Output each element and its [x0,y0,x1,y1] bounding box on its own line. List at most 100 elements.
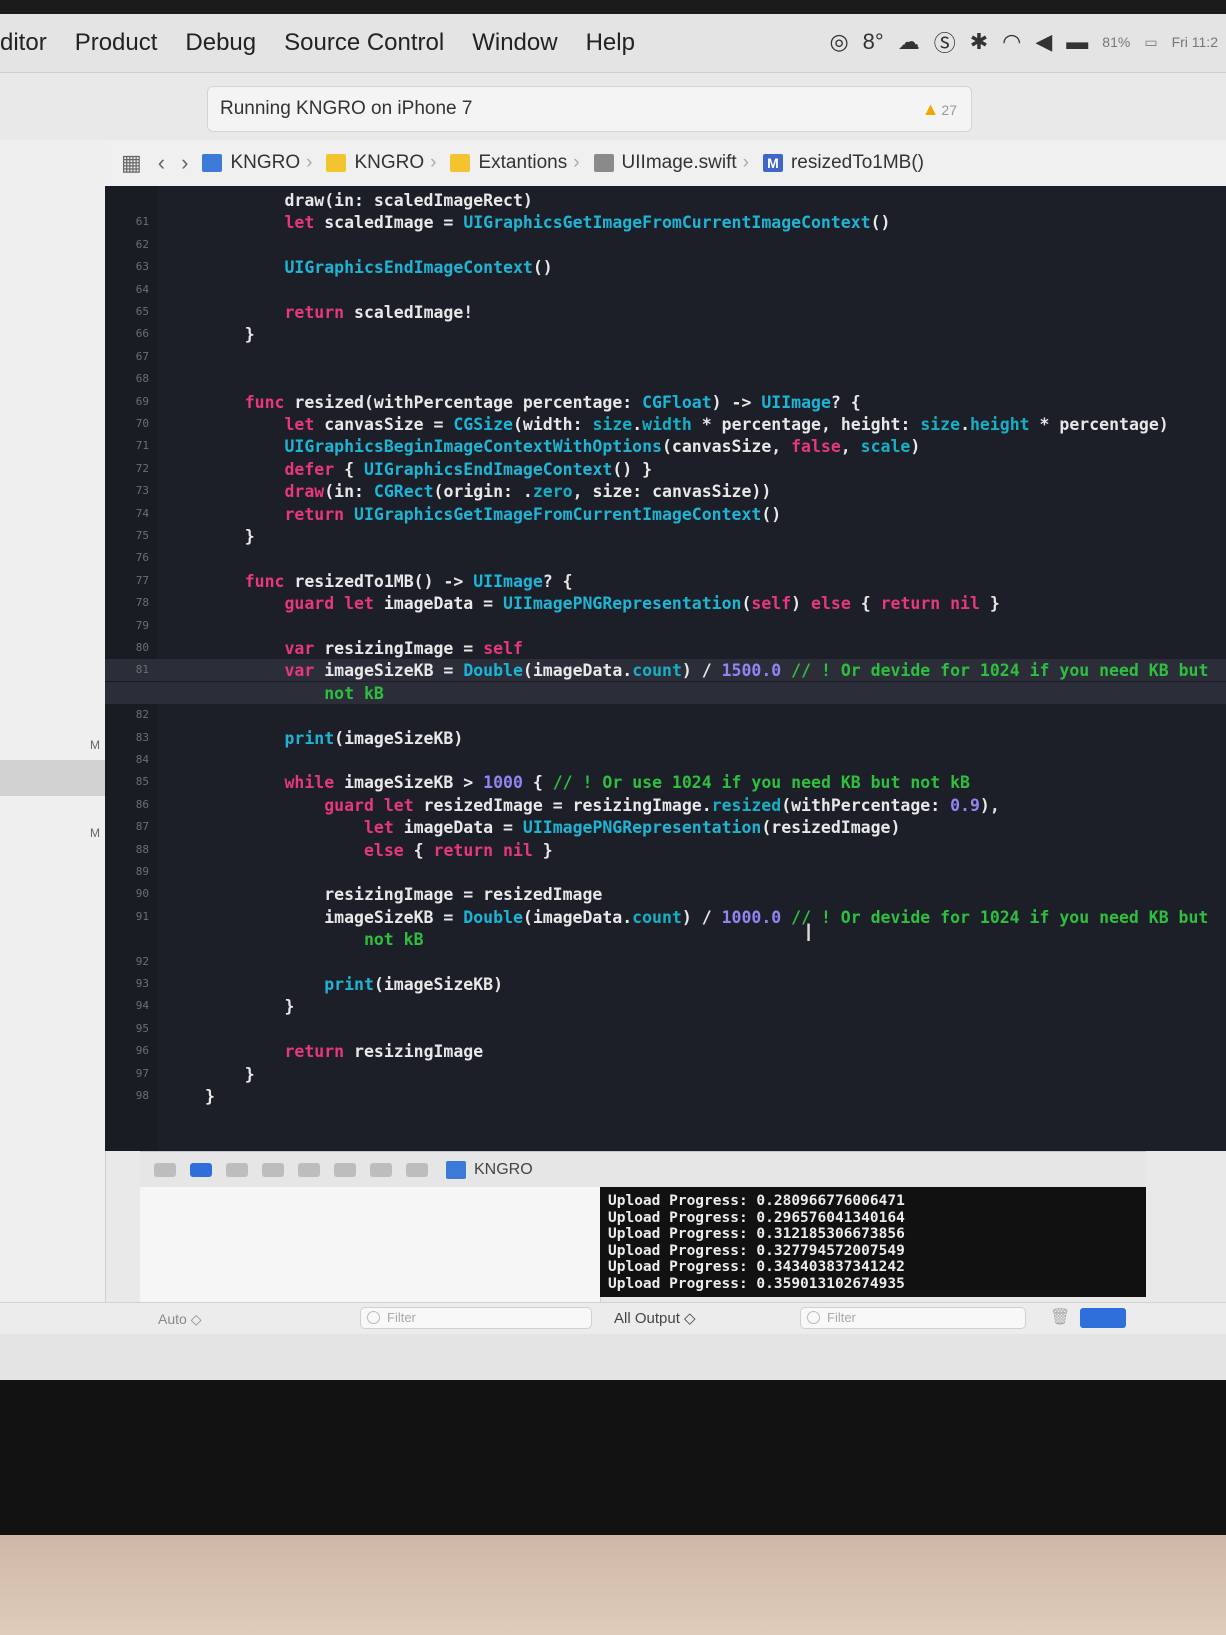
line-number[interactable]: 75 [109,529,149,542]
navigator-selected-row[interactable] [0,760,105,796]
code-line[interactable]: 91 imageSizeKB = Double(imageData.count)… [105,906,1226,928]
line-number[interactable]: 95 [109,1022,149,1035]
code-line[interactable]: 84 [105,749,1226,771]
line-number[interactable]: 93 [109,977,149,990]
line-number[interactable]: 77 [109,574,149,587]
line-number[interactable]: 92 [109,955,149,968]
step-over-icon[interactable] [262,1163,284,1177]
bluetooth-icon[interactable]: ✱ [970,29,988,55]
code-line[interactable]: 88 else { return nil } [105,839,1226,861]
code-line[interactable]: 63 UIGraphicsEndImageContext() [105,256,1226,278]
code-line[interactable]: 93 print(imageSizeKB) [105,973,1226,995]
code-line[interactable]: 65 return scaledImage! [105,301,1226,323]
menu-window[interactable]: Window [472,29,557,57]
code-line[interactable]: 82 [105,704,1226,726]
line-number[interactable]: 98 [109,1089,149,1102]
line-number[interactable]: 84 [109,753,149,766]
volume-icon[interactable]: ◀ [1035,29,1052,55]
wifi-icon[interactable]: ◠ [1002,29,1021,55]
variables-filter-field[interactable]: Filter [360,1307,592,1329]
code-line[interactable]: 70 let canvasSize = CGSize(width: size.w… [105,413,1226,435]
related-items-icon[interactable]: ▦ [121,150,142,176]
line-number[interactable]: 83 [109,731,149,744]
pause-icon[interactable] [226,1163,248,1177]
code-line[interactable]: 83 print(imageSizeKB) [105,727,1226,749]
menu-product[interactable]: Product [75,29,158,57]
line-number[interactable]: 74 [109,507,149,520]
code-line[interactable]: 94 } [105,995,1226,1017]
code-line[interactable]: 98} [105,1085,1226,1107]
flag-icon[interactable]: ▬ [1066,29,1088,55]
view-hierarchy-icon[interactable] [370,1163,392,1177]
line-number[interactable]: 65 [109,305,149,318]
line-number[interactable]: 73 [109,484,149,497]
menu-debug[interactable]: Debug [185,29,256,57]
code-line[interactable]: 75 } [105,525,1226,547]
cloud-icon[interactable]: ☁ [898,29,920,55]
console-output[interactable]: Upload Progress: 0.280966776006471 Upload… [600,1187,1146,1297]
line-number[interactable]: 72 [109,462,149,475]
variables-scope-select[interactable]: Auto ◇ [158,1311,201,1328]
code-line[interactable]: 77 func resizedTo1MB() -> UIImage? { [105,570,1226,592]
code-line[interactable]: 80 var resizingImage = self [105,637,1226,659]
breadcrumb-group[interactable]: KNGRO › [326,152,436,174]
line-number[interactable]: 64 [109,283,149,296]
code-line[interactable]: 92 [105,951,1226,973]
line-number[interactable]: 87 [109,820,149,833]
line-number[interactable]: 67 [109,350,149,363]
memory-graph-icon[interactable] [406,1163,428,1177]
line-number[interactable]: 86 [109,798,149,811]
breadcrumb-project[interactable]: KNGRO › [202,152,312,174]
code-line[interactable]: 66 } [105,323,1226,345]
code-line[interactable]: 73 draw(in: CGRect(origin: .zero, size: … [105,480,1226,502]
code-line[interactable]: 85 while imageSizeKB > 1000 { // ! Or us… [105,771,1226,793]
code-line[interactable]: 76 [105,547,1226,569]
menu-help[interactable]: Help [586,29,635,57]
line-number[interactable]: 70 [109,417,149,430]
console-filter-field[interactable]: Filter [800,1307,1026,1329]
step-into-icon[interactable] [298,1163,320,1177]
line-number[interactable]: 78 [109,596,149,609]
line-number[interactable]: 97 [109,1067,149,1080]
code-line[interactable]: draw(in: scaledImageRect) [105,189,1226,211]
line-number[interactable]: 71 [109,439,149,452]
line-number[interactable]: 96 [109,1044,149,1057]
line-number[interactable]: 61 [109,215,149,228]
code-line[interactable]: 71 UIGraphicsBeginImageContextWithOption… [105,435,1226,457]
code-line[interactable]: not kB [105,928,1226,950]
line-number[interactable]: 80 [109,641,149,654]
code-line[interactable]: 96 return resizingImage [105,1040,1226,1062]
code-line[interactable]: 74 return UIGraphicsGetImageFromCurrentI… [105,503,1226,525]
code-line[interactable]: not kB [105,681,1226,704]
line-number[interactable]: 63 [109,260,149,273]
code-line[interactable]: 78 guard let imageData = UIImagePNGRepre… [105,592,1226,614]
line-number[interactable]: 91 [109,910,149,923]
output-select[interactable]: All Output ◇ [614,1309,696,1327]
line-number[interactable]: 89 [109,865,149,878]
code-line[interactable]: 89 [105,861,1226,883]
line-number[interactable]: 62 [109,238,149,251]
warning-badge[interactable]: ▲ 27 [922,99,957,120]
breadcrumb-folder[interactable]: Extantions › [450,152,580,174]
battery-icon[interactable]: ▭ [1144,34,1157,51]
code-line[interactable]: 86 guard let resizedImage = resizingImag… [105,794,1226,816]
breadcrumb-method[interactable]: MresizedTo1MB() [762,152,924,174]
line-number[interactable]: 90 [109,887,149,900]
line-number[interactable]: 69 [109,395,149,408]
back-button[interactable]: ‹ [158,150,165,176]
source-editor[interactable]: draw(in: scaledImageRect) 61 let scaledIm… [105,186,1226,1151]
line-number[interactable]: 68 [109,372,149,385]
split-view-toggle[interactable] [1080,1308,1126,1328]
line-number[interactable]: 76 [109,551,149,564]
siri-icon[interactable]: ◎ [829,29,848,55]
code-line[interactable]: 69 func resized(withPercentage percentag… [105,391,1226,413]
code-line[interactable]: 81 var imageSizeKB = Double(imageData.co… [105,659,1226,682]
code-line[interactable]: 87 let imageData = UIImagePNGRepresentat… [105,816,1226,838]
forward-button[interactable]: › [181,150,188,176]
code-line[interactable]: 90 resizingImage = resizedImage [105,883,1226,905]
skype-icon[interactable]: Ⓢ [934,26,956,58]
code-line[interactable]: 62 [105,234,1226,256]
line-number[interactable]: 94 [109,999,149,1012]
clock[interactable]: Fri 11:2 [1172,34,1218,50]
line-number[interactable]: 82 [109,708,149,721]
